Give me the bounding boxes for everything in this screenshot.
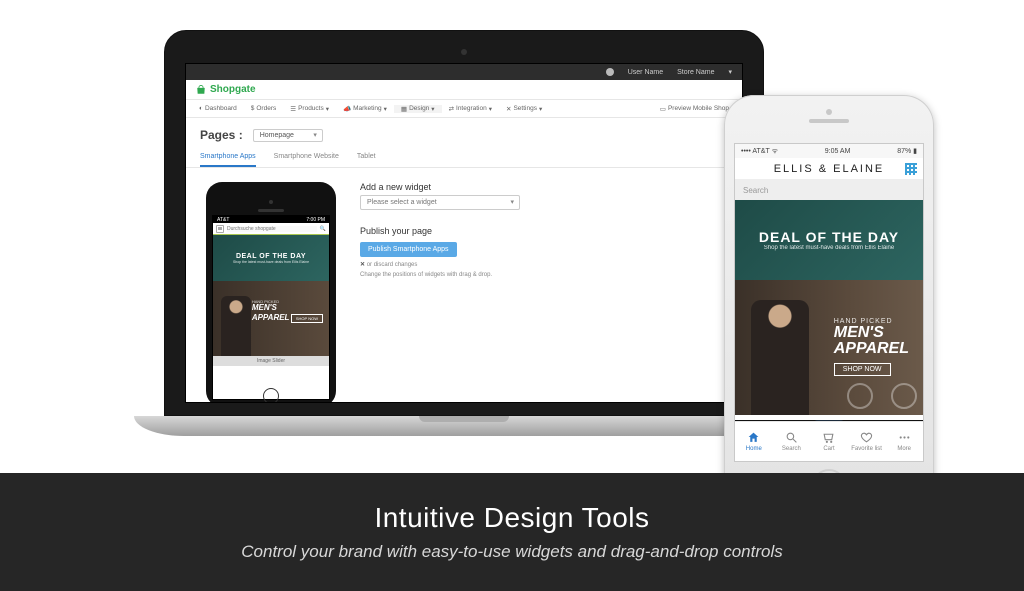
laptop-screen: User Name Store Name ▾ Shopgate ◐ Dashbo… bbox=[185, 63, 743, 403]
phone-tabbar: Home Search Cart Favorite list More bbox=[735, 421, 923, 461]
chevron-down-icon[interactable]: ▾ bbox=[728, 68, 732, 76]
subline: Control your brand with easy-to-use widg… bbox=[241, 542, 782, 562]
phone-search-input[interactable]: Search bbox=[735, 180, 923, 200]
menu-icon[interactable] bbox=[216, 225, 224, 233]
nav-settings[interactable]: ✕ Settings ▾ bbox=[499, 105, 549, 113]
tab-search[interactable]: Search bbox=[773, 422, 811, 461]
tab-favorites[interactable]: Favorite list bbox=[848, 422, 886, 461]
tab-smartphone-apps[interactable]: Smartphone Apps bbox=[200, 148, 256, 167]
pages-label: Pages : bbox=[200, 128, 243, 142]
app-topbar: User Name Store Name ▾ bbox=[186, 64, 742, 80]
laptop-mockup: User Name Store Name ▾ Shopgate ◐ Dashbo… bbox=[164, 30, 764, 436]
device-tabs: Smartphone Apps Smartphone Website Table… bbox=[186, 148, 742, 168]
deal-banner[interactable]: DEAL OF THE DAY Shop the latest must-hav… bbox=[735, 200, 923, 280]
page-select[interactable]: Homepage bbox=[253, 129, 323, 142]
tab-more[interactable]: More bbox=[885, 422, 923, 461]
publish-button[interactable]: Publish Smartphone Apps bbox=[360, 242, 457, 257]
search-icon bbox=[785, 431, 798, 444]
widget-select[interactable]: Please select a widget bbox=[360, 195, 520, 210]
heart-icon bbox=[860, 431, 873, 444]
nav-integration[interactable]: ⇄ Integration ▾ bbox=[442, 105, 499, 113]
preview-deal-banner[interactable]: DEAL OF THE DAY Shop the latest must-hav… bbox=[213, 235, 329, 281]
main-nav: ◐ Dashboard $ Orders ☰ Products ▾ 📣 Mark… bbox=[186, 100, 742, 118]
drag-hint: Change the positions of widgets with dra… bbox=[360, 272, 722, 278]
nav-preview[interactable]: ▭ Preview Mobile Shop bbox=[653, 105, 736, 113]
tab-tablet[interactable]: Tablet bbox=[357, 148, 376, 167]
user-avatar-icon[interactable] bbox=[606, 68, 614, 76]
device-preview: AT&T7:00 PM 🔍 DEAL OF THE DAY Shop the l… bbox=[206, 182, 336, 403]
widget-type-label: Image Slider bbox=[213, 356, 329, 366]
nav-marketing[interactable]: 📣 Marketing ▾ bbox=[336, 105, 394, 113]
publish-heading: Publish your page bbox=[360, 226, 722, 236]
more-icon bbox=[898, 431, 911, 444]
search-icon[interactable]: 🔍 bbox=[320, 226, 326, 232]
phone-screen: •••• AT&T ᯤ 9:05 AM 87% ▮ ELLIS & ELAINE… bbox=[734, 143, 924, 462]
tab-cart[interactable]: Cart bbox=[810, 422, 848, 461]
preview-mens-banner[interactable]: HAND PICKED MEN'S APPAREL SHOP NOW bbox=[213, 281, 329, 356]
preview-statusbar: AT&T7:00 PM bbox=[213, 216, 329, 223]
preview-search[interactable]: 🔍 bbox=[213, 223, 329, 235]
nav-orders[interactable]: $ Orders bbox=[244, 105, 284, 112]
tab-smartphone-website[interactable]: Smartphone Website bbox=[274, 148, 339, 167]
tab-home[interactable]: Home bbox=[735, 422, 773, 461]
home-icon bbox=[747, 431, 760, 444]
preview-search-input[interactable] bbox=[227, 226, 317, 232]
store-title: ELLIS & ELAINE bbox=[735, 158, 923, 180]
phone-statusbar: •••• AT&T ᯤ 9:05 AM 87% ▮ bbox=[735, 144, 923, 158]
marketing-footer: Intuitive Design Tools Control your bran… bbox=[0, 473, 1024, 591]
brand-bar: Shopgate bbox=[186, 80, 742, 100]
scanner-icon[interactable] bbox=[905, 163, 917, 175]
storename-label[interactable]: Store Name bbox=[677, 69, 714, 76]
shop-now-button[interactable]: SHOP NOW bbox=[834, 363, 891, 376]
headline: Intuitive Design Tools bbox=[374, 502, 649, 534]
discard-changes-link[interactable]: ✕ or discard changes bbox=[360, 261, 722, 268]
username-label[interactable]: User Name bbox=[628, 69, 663, 76]
mens-apparel-banner[interactable]: HAND PICKED MEN'S APPAREL SHOP NOW bbox=[735, 280, 923, 415]
brand-name: Shopgate bbox=[210, 84, 256, 95]
preview-shop-now-button[interactable]: SHOP NOW bbox=[291, 314, 323, 323]
nav-products[interactable]: ☰ Products ▾ bbox=[283, 105, 336, 113]
nav-dashboard[interactable]: ◐ Dashboard bbox=[192, 105, 244, 112]
cart-icon bbox=[822, 431, 835, 444]
shopgate-logo-icon bbox=[196, 85, 206, 95]
nav-design[interactable]: ▦ Design ▾ bbox=[394, 105, 442, 113]
add-widget-heading: Add a new widget bbox=[360, 182, 722, 192]
phone-mockup: •••• AT&T ᯤ 9:05 AM 87% ▮ ELLIS & ELAINE… bbox=[724, 95, 934, 510]
